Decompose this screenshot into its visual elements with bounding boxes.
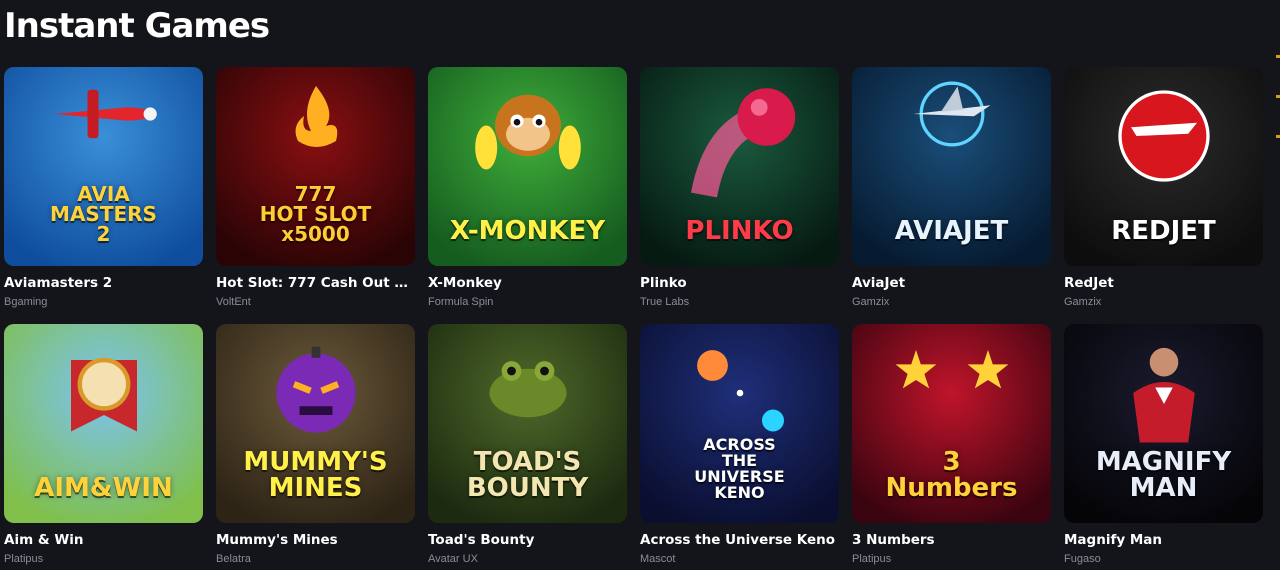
- game-card[interactable]: AVIAJET AviaJet Gamzix: [852, 67, 1051, 324]
- game-provider: Belatra: [216, 553, 251, 565]
- game-provider: Gamzix: [1064, 296, 1102, 308]
- game-card[interactable]: ACROSS THE UNIVERSE KENO Across the Unive…: [640, 324, 839, 570]
- game-thumbnail[interactable]: 3 Numbers: [852, 324, 1051, 523]
- game-provider: Formula Spin: [428, 296, 494, 308]
- game-thumbnail[interactable]: 777 HOT SLOT x5000: [216, 67, 415, 266]
- game-name[interactable]: Toad's Bounty: [428, 532, 627, 548]
- game-thumbnail[interactable]: X-MONKEY: [428, 67, 627, 266]
- game-name[interactable]: RedJet: [1064, 275, 1263, 291]
- game-name[interactable]: AviaJet: [852, 275, 1051, 291]
- game-card[interactable]: MAGNIFY MAN Magnify Man Fugaso: [1064, 324, 1263, 570]
- game-thumbnail[interactable]: MUMMY'S MINES: [216, 324, 415, 523]
- game-card[interactable]: AIM&WIN Aim & Win Platipus: [4, 324, 203, 570]
- game-provider: Platipus: [852, 553, 892, 565]
- game-provider: Bgaming: [4, 296, 48, 308]
- game-logo-text: PLINKO: [685, 216, 794, 246]
- game-thumbnail[interactable]: AVIA MASTERS 2: [4, 67, 203, 266]
- game-logo-text: TOAD'S BOUNTY: [466, 447, 589, 503]
- game-name[interactable]: Aim & Win: [4, 532, 203, 548]
- game-thumbnail[interactable]: PLINKO: [640, 67, 839, 266]
- game-card[interactable]: AVIA MASTERS 2 Aviamasters 2 Bgaming: [4, 67, 203, 324]
- game-logo-text: 777 HOT SLOT x5000: [259, 182, 372, 246]
- game-provider: Gamzix: [852, 296, 890, 308]
- scroll-edge-marker: [1276, 55, 1280, 165]
- game-provider: Avatar UX: [428, 553, 478, 565]
- game-name[interactable]: 3 Numbers: [852, 532, 1051, 548]
- game-thumbnail[interactable]: REDJET: [1064, 67, 1263, 266]
- game-provider: Mascot: [640, 553, 676, 565]
- game-provider: VoltEnt: [216, 296, 251, 308]
- game-logo-text: REDJET: [1111, 216, 1216, 246]
- game-provider: True Labs: [640, 296, 690, 308]
- game-logo-text: AIM&WIN: [34, 473, 173, 503]
- game-thumbnail[interactable]: MAGNIFY MAN: [1064, 324, 1263, 523]
- game-logo-text: MUMMY'S MINES: [243, 447, 388, 503]
- game-logo-text: MAGNIFY MAN: [1095, 447, 1232, 503]
- game-logo-text: 3 Numbers: [885, 447, 1018, 503]
- games-grid: AVIA MASTERS 2 Aviamasters 2 Bgaming 777 HO…: [4, 67, 1263, 570]
- game-thumbnail[interactable]: ACROSS THE UNIVERSE KENO: [640, 324, 839, 523]
- game-name[interactable]: Plinko: [640, 275, 839, 291]
- game-name[interactable]: Mummy's Mines: [216, 532, 415, 548]
- game-name[interactable]: Hot Slot: 777 Cash Out Burning Board: [216, 275, 415, 291]
- game-card[interactable]: MUMMY'S MINES Mummy's Mines Belatra: [216, 324, 415, 570]
- page-title: Instant Games: [4, 6, 270, 46]
- game-card[interactable]: X-MONKEY X-Monkey Formula Spin: [428, 67, 627, 324]
- game-card[interactable]: TOAD'S BOUNTY Toad's Bounty Avatar UX: [428, 324, 627, 570]
- game-card[interactable]: 777 HOT SLOT x5000 Hot Slot: 777 Cash Out…: [216, 67, 415, 324]
- game-name[interactable]: X-Monkey: [428, 275, 627, 291]
- game-logo-text: AVIAJET: [894, 216, 1009, 246]
- game-name[interactable]: Magnify Man: [1064, 532, 1263, 548]
- game-thumbnail[interactable]: AVIAJET: [852, 67, 1051, 266]
- game-name[interactable]: Across the Universe Keno: [640, 532, 839, 548]
- game-card[interactable]: 3 Numbers 3 Numbers Platipus: [852, 324, 1051, 570]
- game-thumbnail[interactable]: TOAD'S BOUNTY: [428, 324, 627, 523]
- game-logo-text: X-MONKEY: [449, 216, 606, 246]
- game-provider: Platipus: [4, 553, 44, 565]
- game-provider: Fugaso: [1064, 553, 1101, 565]
- game-name[interactable]: Aviamasters 2: [4, 275, 203, 291]
- game-card[interactable]: PLINKO Plinko True Labs: [640, 67, 839, 324]
- game-thumbnail[interactable]: AIM&WIN: [4, 324, 203, 523]
- game-logo-text: AVIA MASTERS 2: [50, 182, 157, 246]
- game-card[interactable]: REDJET RedJet Gamzix: [1064, 67, 1263, 324]
- game-logo-text: ACROSS THE UNIVERSE KENO: [694, 435, 785, 502]
